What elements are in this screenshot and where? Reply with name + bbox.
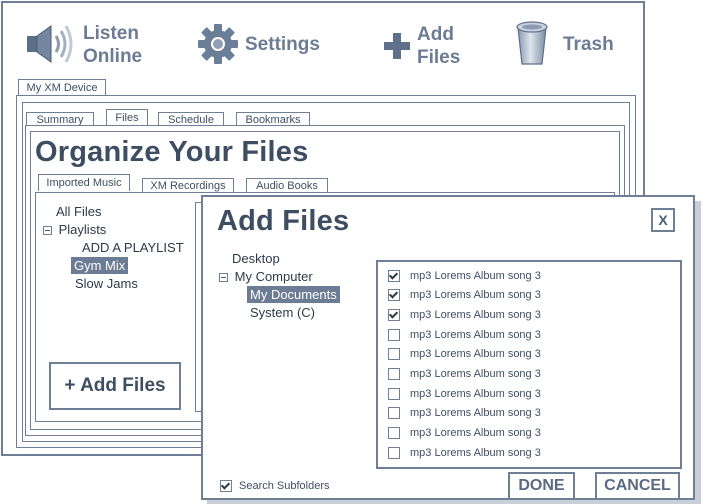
- file-name: mp3 Lorems Album song 3: [410, 269, 541, 282]
- location-my-documents-label: My Documents: [247, 286, 340, 303]
- done-button[interactable]: DONE: [508, 472, 575, 500]
- subtab-imported-music[interactable]: Imported Music: [38, 174, 130, 191]
- location-my-computer[interactable]: My Computer: [219, 269, 313, 284]
- file-checkbox[interactable]: [388, 368, 400, 380]
- location-my-documents[interactable]: My Documents: [247, 286, 340, 303]
- tree-gym-mix[interactable]: Gym Mix: [71, 257, 129, 274]
- tree-playlists-label: Playlists: [58, 222, 107, 237]
- speaker-icon[interactable]: [23, 21, 75, 67]
- file-checkbox[interactable]: [388, 308, 400, 321]
- file-row[interactable]: mp3 Lorems Album song 3: [388, 365, 541, 384]
- file-name: mp3 Lorems Album song 3: [410, 348, 541, 361]
- trash-icon[interactable]: [515, 20, 549, 66]
- subtab-audio-books[interactable]: Audio Books: [246, 178, 328, 192]
- file-name: mp3 Lorems Album song 3: [410, 387, 541, 400]
- file-name: mp3 Lorems Album song 3: [410, 328, 541, 341]
- search-subfolders-option[interactable]: Search Subfolders: [220, 480, 330, 492]
- file-name: mp3 Lorems Album song 3: [410, 427, 541, 440]
- plus-icon[interactable]: [382, 31, 412, 61]
- tree-gym-mix-label: Gym Mix: [71, 257, 129, 274]
- add-files-dialog: Add Files X Desktop My Computer My Docum…: [201, 195, 695, 500]
- file-row[interactable]: mp3 Lorems Album song 3: [388, 266, 541, 285]
- file-row[interactable]: mp3 Lorems Album song 3: [388, 345, 541, 364]
- file-checkbox[interactable]: [388, 427, 400, 440]
- file-row[interactable]: mp3 Lorems Album song 3: [388, 286, 541, 305]
- file-row[interactable]: mp3 Lorems Album song 3: [388, 443, 541, 462]
- location-desktop[interactable]: Desktop: [232, 251, 280, 266]
- location-system[interactable]: System (C): [250, 305, 315, 320]
- file-checkbox[interactable]: [388, 328, 400, 341]
- tree-add-playlist[interactable]: ADD A PLAYLIST: [82, 240, 184, 255]
- file-checkbox[interactable]: [388, 387, 400, 400]
- tab-my-xm-device[interactable]: My XM Device: [18, 79, 106, 96]
- file-name: mp3 Lorems Album song 3: [410, 446, 541, 459]
- location-my-computer-label: My Computer: [234, 269, 313, 284]
- tab-summary[interactable]: Summary: [26, 112, 94, 126]
- listen-online-button[interactable]: Listen Online: [83, 22, 142, 68]
- file-checkbox[interactable]: [388, 446, 400, 459]
- listen-online-label-2: Online: [83, 46, 143, 67]
- tree-all-files[interactable]: All Files: [56, 204, 102, 219]
- file-row[interactable]: mp3 Lorems Album song 3: [388, 305, 541, 324]
- collapse-icon[interactable]: [219, 273, 228, 283]
- gear-icon[interactable]: [197, 23, 239, 65]
- tab-bookmarks[interactable]: Bookmarks: [236, 112, 310, 126]
- add-files-label-1: Add: [417, 24, 454, 45]
- subtab-xm-recordings[interactable]: XM Recordings: [142, 178, 234, 192]
- file-checkbox[interactable]: [388, 348, 400, 361]
- dialog-title: Add Files: [217, 205, 350, 237]
- add-files-button[interactable]: + Add Files: [49, 362, 181, 410]
- file-name: mp3 Lorems Album song 3: [410, 289, 541, 302]
- file-row[interactable]: mp3 Lorems Album song 3: [388, 384, 541, 403]
- file-row[interactable]: mp3 Lorems Album song 3: [388, 404, 541, 423]
- settings-button[interactable]: Settings: [245, 33, 320, 56]
- file-list: mp3 Lorems Album song 3 mp3 Lorems Album …: [376, 260, 682, 469]
- file-row[interactable]: mp3 Lorems Album song 3: [388, 325, 541, 344]
- collapse-icon[interactable]: [43, 226, 52, 236]
- tab-schedule[interactable]: Schedule: [158, 112, 224, 126]
- file-row[interactable]: mp3 Lorems Album song 3: [388, 424, 541, 443]
- add-files-label-2: Files: [417, 47, 461, 68]
- trash-button[interactable]: Trash: [563, 33, 614, 56]
- tree-playlists[interactable]: Playlists: [43, 222, 106, 237]
- close-button[interactable]: X: [651, 208, 675, 232]
- file-name: mp3 Lorems Album song 3: [410, 407, 541, 420]
- close-icon: X: [658, 212, 668, 228]
- search-subfolders-checkbox[interactable]: [220, 480, 232, 492]
- listen-online-label-1: Listen: [83, 23, 139, 44]
- tree-slow-jams[interactable]: Slow Jams: [75, 276, 138, 291]
- add-files-toolbar-button[interactable]: Add Files: [417, 23, 460, 69]
- tab-files[interactable]: Files: [106, 109, 148, 126]
- file-checkbox[interactable]: [388, 269, 400, 282]
- file-checkbox[interactable]: [388, 289, 400, 302]
- file-name: mp3 Lorems Album song 3: [410, 308, 541, 321]
- search-subfolders-label: Search Subfolders: [239, 480, 330, 492]
- cancel-button[interactable]: CANCEL: [595, 472, 680, 500]
- page-title: Organize Your Files: [35, 136, 309, 168]
- file-name: mp3 Lorems Album song 3: [410, 368, 541, 380]
- file-checkbox[interactable]: [388, 407, 400, 420]
